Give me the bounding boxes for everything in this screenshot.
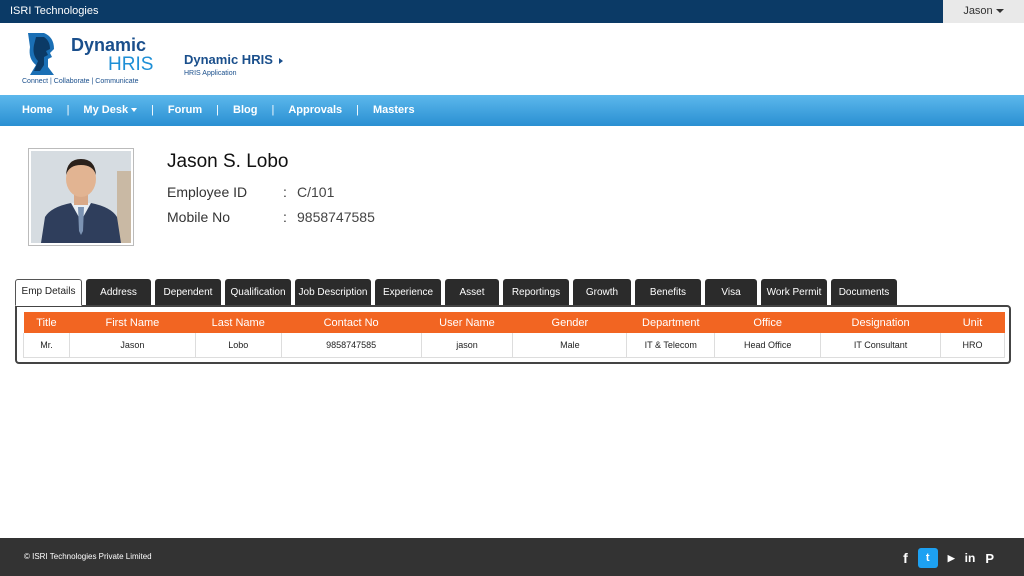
tab-asset[interactable]: Asset <box>445 279 499 305</box>
colon: : <box>283 209 287 225</box>
app-title[interactable]: Dynamic HRIS <box>184 52 283 67</box>
main-nav: Home | My Desk | Forum | Blog | Approval… <box>0 95 1024 126</box>
table-row[interactable]: Mr. Jason Lobo 9858747585 jason Male IT … <box>23 333 1005 358</box>
employee-id-row: Employee ID: C/101 <box>167 184 334 200</box>
tab-address[interactable]: Address <box>86 279 151 305</box>
profile-photo <box>28 148 134 246</box>
tab-dependent[interactable]: Dependent <box>155 279 221 305</box>
app-title-text: Dynamic HRIS <box>184 52 273 67</box>
user-name: Jason <box>963 5 993 17</box>
nav-item-forum[interactable]: Forum <box>168 104 202 116</box>
nav-item-blog[interactable]: Blog <box>233 104 257 116</box>
table-cell: Male <box>512 333 627 358</box>
table-cell: jason <box>420 333 513 358</box>
tab-visa[interactable]: Visa <box>705 279 757 305</box>
logo-line2: HRIS <box>108 54 154 75</box>
employee-id-value: C/101 <box>297 184 335 200</box>
tab-qualification[interactable]: Qualification <box>225 279 291 305</box>
nav-separator: | <box>66 104 70 116</box>
nav-item-approvals[interactable]: Approvals <box>288 104 342 116</box>
top-bar: ISRI Technologies Jason <box>0 0 1024 23</box>
nav-item-home[interactable]: Home <box>22 104 53 116</box>
chevron-down-icon <box>131 108 138 113</box>
table-cell: Head Office <box>714 333 821 358</box>
facebook-icon[interactable]: f <box>903 550 908 566</box>
mobile-label: Mobile No <box>167 209 231 225</box>
table-cell: IT Consultant <box>820 333 941 358</box>
footer: © ISRI Technologies Private Limited f t … <box>0 538 1024 576</box>
nav-separator: | <box>271 104 275 116</box>
nav-item-label: My Desk <box>83 104 129 116</box>
app-subtitle: HRIS Application <box>184 70 237 77</box>
tab-reportings[interactable]: Reportings <box>503 279 569 305</box>
youtube-icon[interactable]: ▶ <box>948 553 955 564</box>
copyright: © ISRI Technologies Private Limited <box>24 552 152 561</box>
nav-separator: | <box>151 104 154 116</box>
table-cell: IT & Telecom <box>626 333 715 358</box>
table-cell: Mr. <box>23 333 70 358</box>
user-menu[interactable]: Jason <box>943 0 1024 23</box>
tab-benefits[interactable]: Benefits <box>635 279 701 305</box>
mobile-row: Mobile No:9858747585 <box>167 209 375 225</box>
column-header: Gender <box>512 312 627 333</box>
colon: : <box>283 184 287 200</box>
tab-growth[interactable]: Growth <box>573 279 631 305</box>
column-header: Last Name <box>195 312 282 333</box>
company-name: ISRI Technologies <box>10 5 99 17</box>
column-header: Title <box>23 312 70 333</box>
table-cell: HRO <box>940 333 1005 358</box>
logo[interactable]: Dynamic HRIS Connect | Collaborate | Com… <box>22 31 162 91</box>
table-cell: 9858747585 <box>280 333 422 358</box>
emp-details-table: Title First Name Last Name Contact No Us… <box>23 312 1005 358</box>
nav-separator: | <box>216 104 220 116</box>
head-logo-icon <box>28 33 54 75</box>
person-photo-icon <box>31 151 131 243</box>
tab-documents[interactable]: Documents <box>831 279 897 305</box>
nav-item-masters[interactable]: Masters <box>373 104 415 116</box>
pinterest-icon[interactable]: P <box>985 551 994 566</box>
chevron-down-icon <box>995 9 1004 14</box>
tab-emp-details[interactable]: Emp Details <box>15 279 82 306</box>
mobile-value: 9858747585 <box>297 209 375 225</box>
twitter-icon[interactable]: t <box>917 548 938 568</box>
logo-line1: Dynamic <box>71 35 147 55</box>
table-cell: Lobo <box>194 333 282 358</box>
logo-tagline: Connect | Collaborate | Communicate <box>22 78 139 85</box>
profile-name: Jason S. Lobo <box>167 151 289 172</box>
column-header: Unit <box>940 312 1005 333</box>
column-header: Contact No <box>281 312 422 333</box>
employee-id-label: Employee ID <box>167 184 248 200</box>
caret-right-icon <box>278 57 283 64</box>
tab-bar: Emp Details Address Dependent Qualificat… <box>15 279 901 306</box>
column-header: User Name <box>421 312 513 333</box>
tab-job-description[interactable]: Job Description <box>295 279 371 305</box>
header: Dynamic HRIS Connect | Collaborate | Com… <box>0 23 1024 95</box>
column-header: Designation <box>820 312 941 333</box>
linkedin-icon[interactable]: in <box>965 551 976 565</box>
table-cell: Jason <box>68 333 196 358</box>
column-header: Office <box>714 312 821 333</box>
nav-separator: | <box>356 104 359 116</box>
table-header-row: Title First Name Last Name Contact No Us… <box>23 312 1005 333</box>
nav-item-my-desk[interactable]: My Desk <box>83 104 138 116</box>
tab-experience[interactable]: Experience <box>375 279 441 305</box>
emp-details-panel: Title First Name Last Name Contact No Us… <box>15 305 1011 364</box>
column-header: First Name <box>69 312 196 333</box>
social-links: f t ▶ in P <box>893 548 994 568</box>
column-header: Department <box>626 312 715 333</box>
tab-work-permit[interactable]: Work Permit <box>761 279 827 305</box>
